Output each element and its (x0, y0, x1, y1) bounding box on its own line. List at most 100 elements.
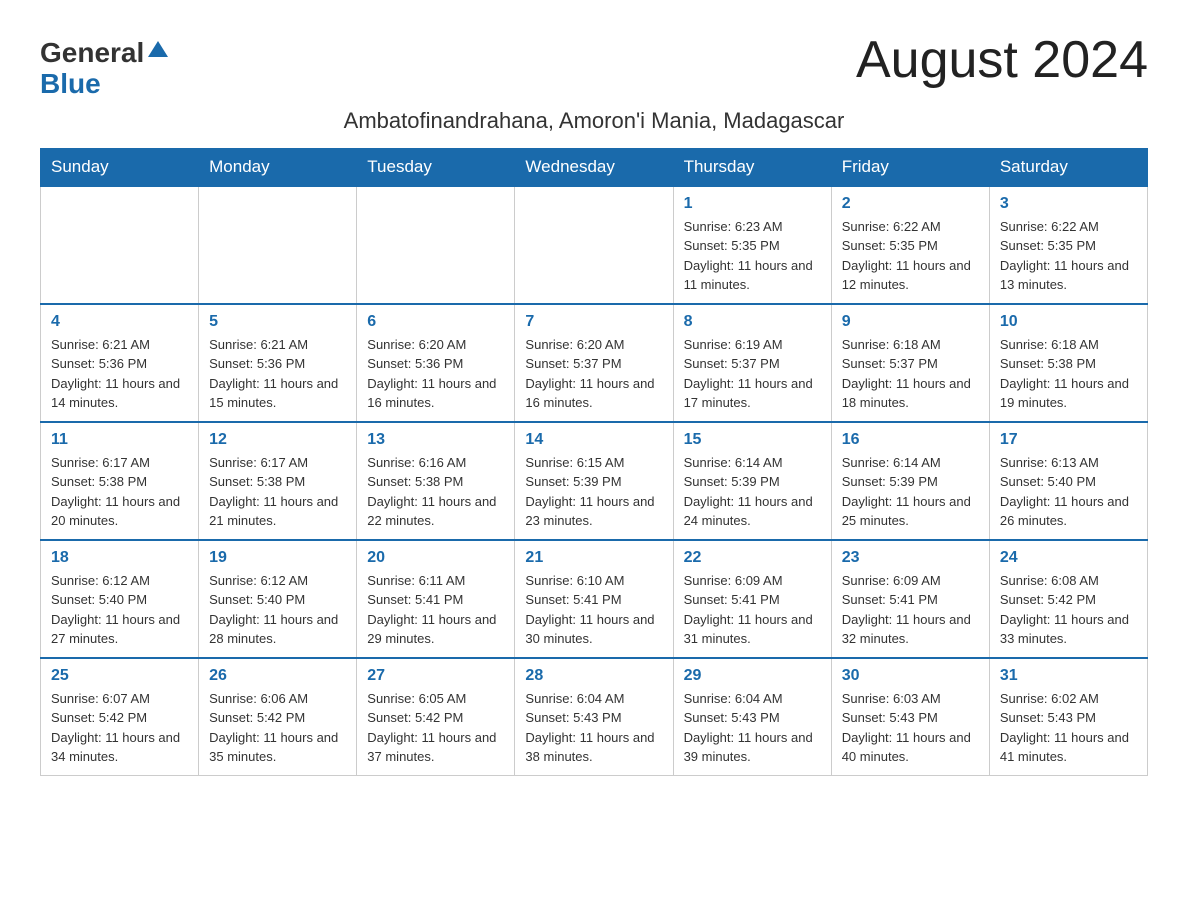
week-row-2: 4Sunrise: 6:21 AM Sunset: 5:36 PM Daylig… (41, 304, 1148, 422)
day-number: 25 (51, 667, 188, 685)
day-number: 24 (1000, 549, 1137, 567)
day-info: Sunrise: 6:10 AM Sunset: 5:41 PM Dayligh… (525, 571, 662, 649)
day-number: 22 (684, 549, 821, 567)
calendar-cell: 24 Sunrise: 6:08 AM Sunset: 5:42 PM Dayli… (989, 540, 1147, 658)
calendar-cell: 5Sunrise: 6:21 AM Sunset: 5:36 PM Daylig… (199, 304, 357, 422)
day-info: Sunrise: 6:17 AM Sunset: 5:38 PM Dayligh… (209, 453, 346, 531)
week-row-1: 1Sunrise: 6:23 AM Sunset: 5:35 PM Daylig… (41, 186, 1148, 304)
calendar-cell: 22 Sunrise: 6:09 AM Sunset: 5:41 PM Dayli… (673, 540, 831, 658)
day-number: 21 (525, 549, 662, 567)
day-number: 7 (525, 313, 662, 331)
calendar-cell: 15Sunrise: 6:14 AM Sunset: 5:39 PM Dayli… (673, 422, 831, 540)
day-info: Sunrise: 6:15 AM Sunset: 5:39 PM Dayligh… (525, 453, 662, 531)
calendar-cell: 6 Sunrise: 6:20 AM Sunset: 5:36 PM Daylig… (357, 304, 515, 422)
column-header-friday: Friday (831, 148, 989, 186)
calendar-cell: 14 Sunrise: 6:15 AM Sunset: 5:39 PM Dayli… (515, 422, 673, 540)
calendar-cell: 18Sunrise: 6:12 AM Sunset: 5:40 PM Dayli… (41, 540, 199, 658)
calendar-cell: 10 Sunrise: 6:18 AM Sunset: 5:38 PM Dayli… (989, 304, 1147, 422)
day-info: Sunrise: 6:09 AM Sunset: 5:41 PM Dayligh… (842, 571, 979, 649)
calendar-cell: 30 Sunrise: 6:03 AM Sunset: 5:43 PM Dayli… (831, 658, 989, 776)
day-info: Sunrise: 6:05 AM Sunset: 5:42 PM Dayligh… (367, 689, 504, 767)
calendar-cell: 27 Sunrise: 6:05 AM Sunset: 5:42 PM Dayli… (357, 658, 515, 776)
calendar-table: SundayMondayTuesdayWednesdayThursdayFrid… (40, 148, 1148, 776)
calendar-cell: 16 Sunrise: 6:14 AM Sunset: 5:39 PM Dayli… (831, 422, 989, 540)
day-number: 8 (684, 313, 821, 331)
day-number: 9 (842, 313, 979, 331)
calendar-cell: 17 Sunrise: 6:13 AM Sunset: 5:40 PM Dayli… (989, 422, 1147, 540)
day-info: Sunrise: 6:14 AM Sunset: 5:39 PM Dayligh… (842, 453, 979, 531)
day-number: 1 (684, 195, 821, 213)
day-number: 30 (842, 667, 979, 685)
day-number: 12 (209, 431, 346, 449)
column-header-thursday: Thursday (673, 148, 831, 186)
calendar-cell: 20 Sunrise: 6:11 AM Sunset: 5:41 PM Dayli… (357, 540, 515, 658)
day-info: Sunrise: 6:03 AM Sunset: 5:43 PM Dayligh… (842, 689, 979, 767)
day-info: Sunrise: 6:22 AM Sunset: 5:35 PM Dayligh… (842, 217, 979, 295)
calendar-cell: 25Sunrise: 6:07 AM Sunset: 5:42 PM Dayli… (41, 658, 199, 776)
calendar-cell: 7 Sunrise: 6:20 AM Sunset: 5:37 PM Daylig… (515, 304, 673, 422)
day-info: Sunrise: 6:12 AM Sunset: 5:40 PM Dayligh… (51, 571, 188, 649)
day-number: 26 (209, 667, 346, 685)
week-row-4: 18Sunrise: 6:12 AM Sunset: 5:40 PM Dayli… (41, 540, 1148, 658)
calendar-cell (357, 186, 515, 304)
calendar-cell: 23 Sunrise: 6:09 AM Sunset: 5:41 PM Dayli… (831, 540, 989, 658)
day-info: Sunrise: 6:17 AM Sunset: 5:38 PM Dayligh… (51, 453, 188, 531)
day-info: Sunrise: 6:19 AM Sunset: 5:37 PM Dayligh… (684, 335, 821, 413)
logo: General Blue (40, 38, 168, 100)
day-number: 23 (842, 549, 979, 567)
day-info: Sunrise: 6:08 AM Sunset: 5:42 PM Dayligh… (1000, 571, 1137, 649)
column-header-wednesday: Wednesday (515, 148, 673, 186)
day-info: Sunrise: 6:02 AM Sunset: 5:43 PM Dayligh… (1000, 689, 1137, 767)
calendar-cell: 21 Sunrise: 6:10 AM Sunset: 5:41 PM Dayli… (515, 540, 673, 658)
day-info: Sunrise: 6:16 AM Sunset: 5:38 PM Dayligh… (367, 453, 504, 531)
day-info: Sunrise: 6:13 AM Sunset: 5:40 PM Dayligh… (1000, 453, 1137, 531)
day-number: 16 (842, 431, 979, 449)
day-info: Sunrise: 6:18 AM Sunset: 5:37 PM Dayligh… (842, 335, 979, 413)
day-info: Sunrise: 6:12 AM Sunset: 5:40 PM Dayligh… (209, 571, 346, 649)
week-row-3: 11Sunrise: 6:17 AM Sunset: 5:38 PM Dayli… (41, 422, 1148, 540)
day-number: 3 (1000, 195, 1137, 213)
day-number: 15 (684, 431, 821, 449)
day-info: Sunrise: 6:11 AM Sunset: 5:41 PM Dayligh… (367, 571, 504, 649)
month-title: August 2024 (856, 30, 1148, 90)
calendar-cell: 19 Sunrise: 6:12 AM Sunset: 5:40 PM Dayli… (199, 540, 357, 658)
day-number: 29 (684, 667, 821, 685)
day-number: 10 (1000, 313, 1137, 331)
calendar-cell (199, 186, 357, 304)
day-number: 17 (1000, 431, 1137, 449)
day-info: Sunrise: 6:04 AM Sunset: 5:43 PM Dayligh… (525, 689, 662, 767)
week-row-5: 25Sunrise: 6:07 AM Sunset: 5:42 PM Dayli… (41, 658, 1148, 776)
calendar-header-row: SundayMondayTuesdayWednesdayThursdayFrid… (41, 148, 1148, 186)
calendar-cell: 9 Sunrise: 6:18 AM Sunset: 5:37 PM Daylig… (831, 304, 989, 422)
day-info: Sunrise: 6:22 AM Sunset: 5:35 PM Dayligh… (1000, 217, 1137, 295)
day-number: 20 (367, 549, 504, 567)
day-number: 19 (209, 549, 346, 567)
column-header-sunday: Sunday (41, 148, 199, 186)
logo-general-text: General (40, 38, 144, 69)
day-number: 2 (842, 195, 979, 213)
day-number: 5 (209, 313, 346, 331)
day-number: 27 (367, 667, 504, 685)
column-header-monday: Monday (199, 148, 357, 186)
calendar-cell: 11Sunrise: 6:17 AM Sunset: 5:38 PM Dayli… (41, 422, 199, 540)
column-header-saturday: Saturday (989, 148, 1147, 186)
calendar-cell: 26 Sunrise: 6:06 AM Sunset: 5:42 PM Dayli… (199, 658, 357, 776)
day-info: Sunrise: 6:20 AM Sunset: 5:36 PM Dayligh… (367, 335, 504, 413)
calendar-cell: 28Sunrise: 6:04 AM Sunset: 5:43 PM Dayli… (515, 658, 673, 776)
calendar-cell: 13Sunrise: 6:16 AM Sunset: 5:38 PM Dayli… (357, 422, 515, 540)
calendar-cell (41, 186, 199, 304)
calendar-cell: 12 Sunrise: 6:17 AM Sunset: 5:38 PM Dayli… (199, 422, 357, 540)
day-info: Sunrise: 6:04 AM Sunset: 5:43 PM Dayligh… (684, 689, 821, 767)
day-info: Sunrise: 6:21 AM Sunset: 5:36 PM Dayligh… (51, 335, 188, 413)
day-number: 14 (525, 431, 662, 449)
calendar-cell: 2 Sunrise: 6:22 AM Sunset: 5:35 PM Daylig… (831, 186, 989, 304)
logo-triangle-icon (148, 41, 168, 57)
calendar-subtitle: Ambatofinandrahana, Amoron'i Mania, Mada… (40, 108, 1148, 134)
day-number: 6 (367, 313, 504, 331)
day-info: Sunrise: 6:06 AM Sunset: 5:42 PM Dayligh… (209, 689, 346, 767)
header: General Blue August 2024 (40, 30, 1148, 100)
day-info: Sunrise: 6:18 AM Sunset: 5:38 PM Dayligh… (1000, 335, 1137, 413)
day-info: Sunrise: 6:20 AM Sunset: 5:37 PM Dayligh… (525, 335, 662, 413)
calendar-cell: 29 Sunrise: 6:04 AM Sunset: 5:43 PM Dayli… (673, 658, 831, 776)
day-info: Sunrise: 6:09 AM Sunset: 5:41 PM Dayligh… (684, 571, 821, 649)
